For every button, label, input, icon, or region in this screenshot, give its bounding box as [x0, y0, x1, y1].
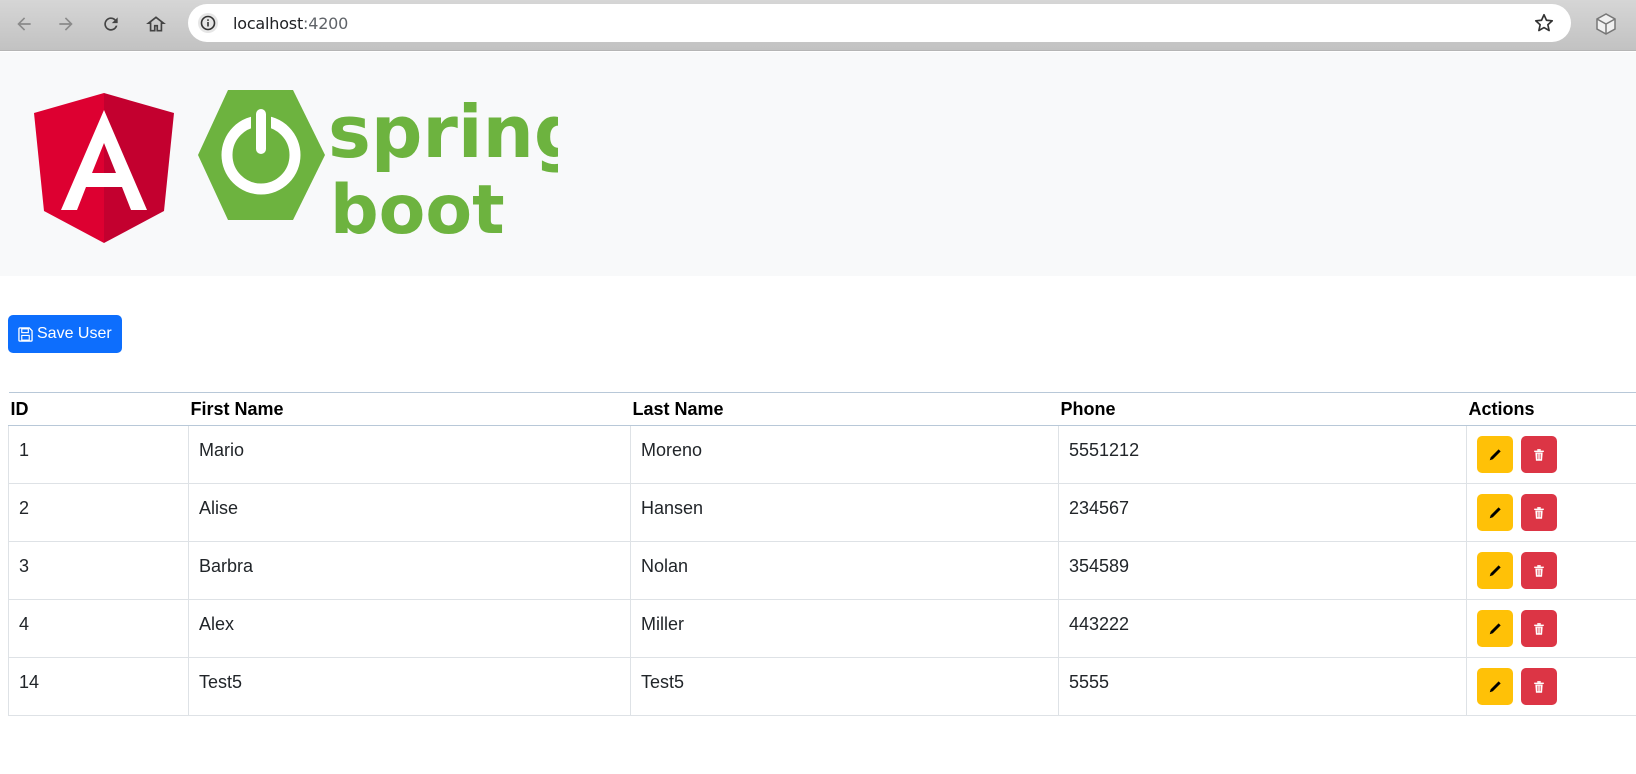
extension-cube-icon[interactable] — [1594, 12, 1618, 36]
cell-id: 1 — [8, 425, 189, 484]
url-text: localhost:4200 — [233, 14, 348, 33]
trash-icon — [1534, 680, 1544, 693]
table-row: 1 Mario Moreno 5551212 — [8, 425, 1636, 484]
column-header-first-name: First Name — [188, 392, 631, 426]
pencil-icon — [1489, 564, 1501, 576]
table-row: 14 Test5 Test5 5555 — [8, 657, 1636, 716]
cell-actions — [1466, 599, 1636, 658]
cell-id: 14 — [8, 657, 189, 716]
cell-last-name: Test5 — [630, 657, 1059, 716]
column-header-actions: Actions — [1466, 392, 1636, 426]
cell-last-name: Nolan — [630, 541, 1059, 600]
column-header-id: ID — [8, 392, 189, 426]
cell-id: 2 — [8, 483, 189, 542]
delete-button[interactable] — [1521, 610, 1557, 647]
table-header: ID First Name Last Name Phone Actions — [8, 392, 1636, 426]
trash-icon — [1534, 448, 1544, 461]
pencil-icon — [1489, 506, 1501, 518]
edit-button[interactable] — [1477, 552, 1513, 589]
trash-icon — [1534, 506, 1544, 519]
header-banner: spring boot — [0, 52, 1636, 276]
column-header-last-name: Last Name — [630, 392, 1059, 426]
users-table: ID First Name Last Name Phone Actions 1M… — [8, 392, 1636, 716]
url-host: localhost — [233, 14, 304, 33]
floppy-disk-icon — [18, 326, 33, 342]
save-user-label: Save User — [37, 325, 112, 342]
cell-actions — [1466, 483, 1636, 542]
users-table-container: ID First Name Last Name Phone Actions 1M… — [8, 392, 1636, 716]
edit-button[interactable] — [1477, 494, 1513, 531]
edit-button[interactable] — [1477, 436, 1513, 473]
cell-phone: 443222 — [1058, 599, 1467, 658]
cell-last-name: Miller — [630, 599, 1059, 658]
cell-last-name: Moreno — [630, 425, 1059, 484]
column-header-phone: Phone — [1058, 392, 1467, 426]
angular-logo — [34, 93, 174, 243]
table-row: 4 Alex Miller 443222 — [8, 599, 1636, 658]
boot-text: boot — [330, 171, 505, 240]
back-icon[interactable] — [10, 10, 38, 38]
cell-first-name: Barbra — [188, 541, 631, 600]
delete-button[interactable] — [1521, 494, 1557, 531]
edit-button[interactable] — [1477, 668, 1513, 705]
table-row: 2 Alise Hansen 234567 — [8, 483, 1636, 542]
url-port: :4200 — [303, 14, 349, 33]
cell-actions — [1466, 657, 1636, 716]
reload-icon[interactable] — [97, 10, 125, 38]
spring-boot-logo: spring boot — [198, 90, 558, 240]
cell-phone: 5555 — [1058, 657, 1467, 716]
cell-first-name: Alex — [188, 599, 631, 658]
delete-button[interactable] — [1521, 668, 1557, 705]
save-user-button[interactable]: Save User — [8, 315, 122, 353]
pencil-icon — [1489, 448, 1501, 460]
table-row: 3 Barbra Nolan 354589 — [8, 541, 1636, 600]
site-info-icon[interactable] — [198, 13, 218, 33]
address-bar[interactable]: localhost:4200 — [188, 4, 1571, 42]
cell-id: 4 — [8, 599, 189, 658]
cell-actions — [1466, 425, 1636, 484]
cell-first-name: Mario — [188, 425, 631, 484]
delete-button[interactable] — [1521, 552, 1557, 589]
pencil-icon — [1489, 622, 1501, 634]
browser-toolbar: localhost:4200 — [0, 0, 1636, 51]
cell-first-name: Alise — [188, 483, 631, 542]
bookmark-star-icon[interactable] — [1533, 12, 1555, 34]
cell-first-name: Test5 — [188, 657, 631, 716]
spring-text: spring — [328, 90, 558, 174]
forward-icon[interactable] — [52, 10, 80, 38]
cell-phone: 5551212 — [1058, 425, 1467, 484]
cell-phone: 354589 — [1058, 541, 1467, 600]
delete-button[interactable] — [1521, 436, 1557, 473]
cell-id: 3 — [8, 541, 189, 600]
trash-icon — [1534, 564, 1544, 577]
home-icon[interactable] — [142, 10, 170, 38]
cell-actions — [1466, 541, 1636, 600]
edit-button[interactable] — [1477, 610, 1513, 647]
trash-icon — [1534, 622, 1544, 635]
table-body: 1 Mario Moreno 5551212 2 Alise Hansen 234567 3 Ba… — [8, 425, 1636, 716]
pencil-icon — [1489, 680, 1501, 692]
cell-last-name: Hansen — [630, 483, 1059, 542]
cell-phone: 234567 — [1058, 483, 1467, 542]
